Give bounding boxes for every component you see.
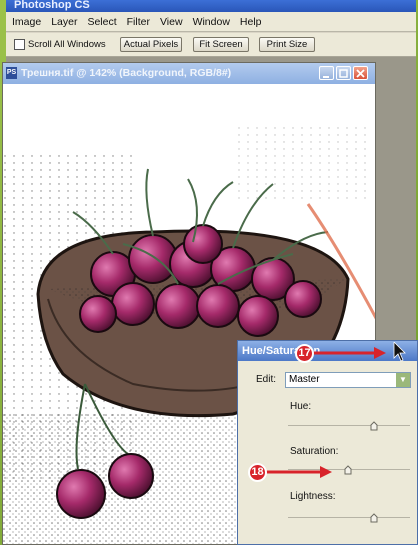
print-size-button[interactable]: Print Size	[259, 37, 315, 52]
menu-bar: Image Layer Select Filter View Window He…	[6, 12, 416, 32]
ps-document-icon: PS	[6, 67, 17, 79]
callout-18: 18	[248, 463, 267, 482]
menu-view[interactable]: View	[160, 16, 183, 28]
chevron-down-icon[interactable]: ▼	[396, 373, 410, 387]
app-title-bar: Photoshop CS	[6, 0, 416, 12]
menu-select[interactable]: Select	[87, 16, 116, 28]
hue-track	[288, 425, 410, 426]
hue-thumb[interactable]	[370, 421, 378, 431]
actual-pixels-button[interactable]: Actual Pixels	[120, 37, 182, 52]
document-title-bar[interactable]: PS Трешня.tif @ 142% (Background, RGB/8#…	[3, 63, 375, 85]
edit-label: Edit:	[256, 374, 277, 385]
close-icon[interactable]	[353, 66, 368, 80]
lightness-track	[288, 517, 410, 518]
menu-help[interactable]: Help	[240, 16, 262, 28]
minimize-icon[interactable]	[319, 66, 334, 80]
lightness-label: Lightness:	[290, 491, 336, 502]
callout-17: 17	[295, 344, 314, 363]
menu-filter[interactable]: Filter	[127, 16, 150, 28]
scroll-all-windows-label: Scroll All Windows	[28, 39, 106, 50]
checkbox-box[interactable]	[14, 39, 25, 50]
menu-layer[interactable]: Layer	[51, 16, 77, 28]
maximize-icon[interactable]	[336, 66, 351, 80]
hue-slider[interactable]	[288, 421, 410, 431]
fit-screen-button[interactable]: Fit Screen	[193, 37, 249, 52]
scroll-all-windows-checkbox[interactable]: Scroll All Windows	[14, 39, 106, 50]
app-title: Photoshop CS	[14, 0, 90, 11]
lightness-slider[interactable]	[288, 513, 410, 523]
menu-window[interactable]: Window	[193, 16, 230, 28]
menu-image[interactable]: Image	[12, 16, 41, 28]
saturation-thumb[interactable]	[344, 465, 352, 475]
saturation-label: Saturation:	[290, 446, 339, 457]
lightness-thumb[interactable]	[370, 513, 378, 523]
document-title: Трешня.tif @ 142% (Background, RGB/8#)	[21, 67, 232, 79]
dialog-body: Edit: Master ▼ Hue: Saturation: Lightnes…	[240, 361, 415, 544]
edit-value: Master	[289, 374, 320, 385]
hue-label: Hue:	[290, 401, 312, 412]
cursor-icon	[393, 342, 406, 362]
edit-select[interactable]: Master ▼	[285, 372, 411, 388]
hue-saturation-dialog: Hue/Saturation Edit: Master ▼ Hue: Satur…	[237, 340, 418, 545]
options-bar: Scroll All Windows Actual Pixels Fit Scr…	[6, 33, 416, 57]
